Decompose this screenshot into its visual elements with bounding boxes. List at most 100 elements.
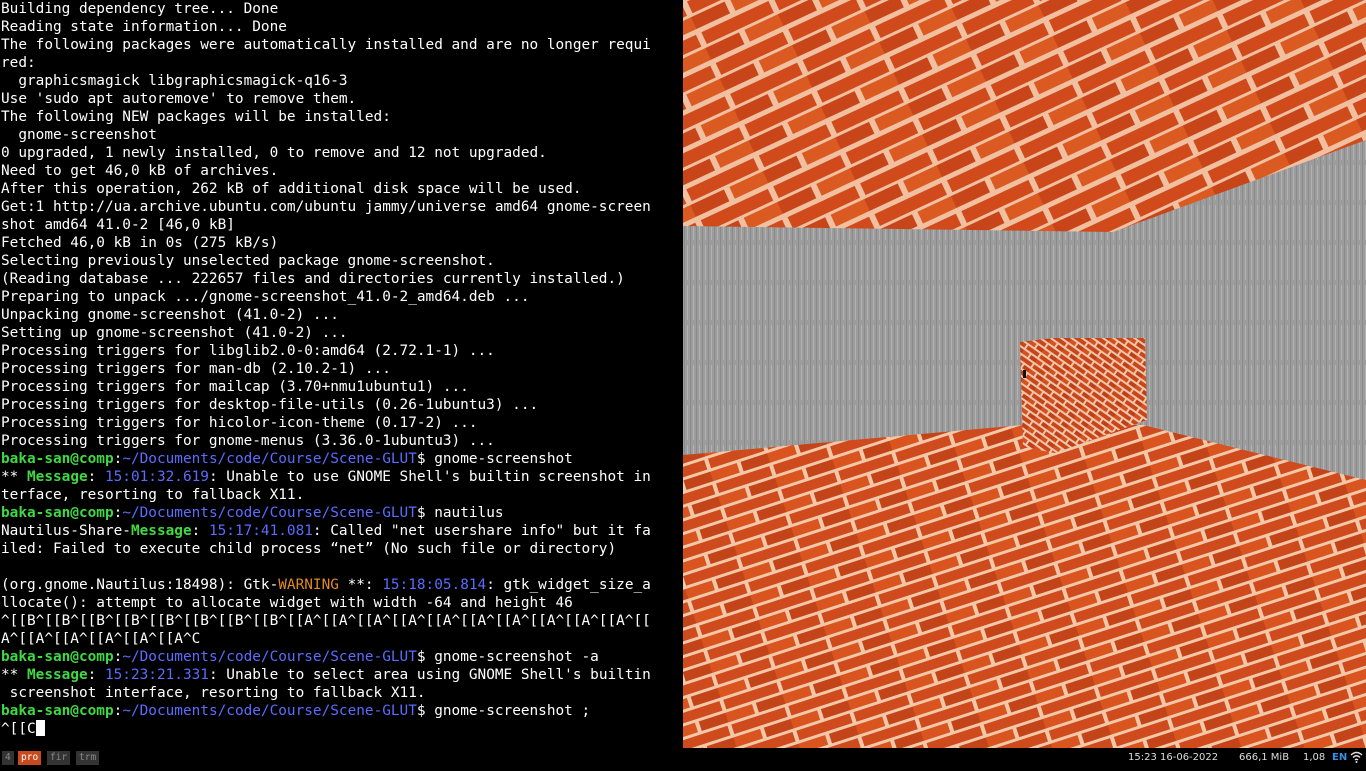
memory-usage: 666,1 MiB bbox=[1239, 752, 1290, 763]
terminal-line: (org.gnome.Nautilus:18498): Gtk-WARNING … bbox=[0, 576, 683, 594]
terminal-line: Processing triggers for mailcap (3.70+nm… bbox=[0, 378, 683, 396]
workspace-fir[interactable]: fir bbox=[47, 751, 71, 765]
terminal-text: Processing triggers for libglib2.0-0:amd… bbox=[1, 343, 495, 359]
terminal-text: (Reading database ... 222657 files and d… bbox=[1, 271, 625, 287]
3d-scene bbox=[683, 0, 1366, 748]
terminal-line: Nautilus-Share-Message: 15:17:41.081: Ca… bbox=[0, 522, 683, 540]
terminal-line: red: bbox=[0, 54, 683, 72]
terminal-line: screenshot interface, resorting to fallb… bbox=[0, 684, 683, 702]
terminal-text: Get:1 http://ua.archive.ubuntu.com/ubunt… bbox=[1, 199, 651, 215]
terminal-text: Selecting previously unselected package … bbox=[1, 253, 495, 269]
terminal-text: $ gnome-screenshot bbox=[416, 451, 573, 467]
terminal-window[interactable]: Building dependency tree... Done Reading … bbox=[0, 0, 683, 748]
terminal-line: Selecting previously unselected package … bbox=[0, 252, 683, 270]
terminal-line: baka-san@comp:~/Documents/code/Course/Sc… bbox=[0, 504, 683, 522]
terminal-line: ** Message: 15:23:21.331: Unable to sele… bbox=[0, 666, 683, 684]
terminal-text: : bbox=[113, 451, 123, 467]
workspace-pro[interactable]: pro bbox=[18, 751, 42, 765]
workspace-4[interactable]: 4 bbox=[2, 751, 14, 765]
terminal-line: baka-san@comp:~/Documents/code/Course/Sc… bbox=[0, 702, 683, 720]
terminal-text: gnome-screenshot bbox=[1, 127, 157, 143]
terminal-line: iled: Failed to execute child process “n… bbox=[0, 540, 683, 558]
terminal-text: red: bbox=[1, 55, 36, 71]
terminal-text: : bbox=[87, 667, 105, 683]
terminal-line: The following NEW packages will be insta… bbox=[0, 108, 683, 126]
terminal-text: Processing triggers for mailcap (3.70+nm… bbox=[1, 379, 469, 395]
terminal-text: 15:01:32.619 bbox=[104, 469, 209, 485]
terminal-text: Processing triggers for desktop-file-uti… bbox=[1, 397, 539, 413]
terminal-text: baka-san@comp bbox=[1, 649, 114, 665]
terminal-text: A^[[A^[[A^[[A^[[A^[[A^C bbox=[1, 631, 201, 647]
terminal-text: graphicsmagick libgraphicsmagick-q16-3 bbox=[1, 73, 348, 89]
terminal-text: Setting up gnome-screenshot (41.0-2) ... bbox=[1, 325, 348, 341]
clock: 15:23 16-06-2022 bbox=[1128, 752, 1219, 763]
terminal-text: : bbox=[191, 523, 209, 539]
terminal-text: terface, resorting to fallback X11. bbox=[1, 487, 305, 503]
terminal-line: Get:1 http://ua.archive.ubuntu.com/ubunt… bbox=[0, 198, 683, 216]
terminal-text: Use 'sudo apt autoremove' to remove them… bbox=[1, 91, 357, 107]
wifi-icon[interactable] bbox=[1350, 751, 1363, 765]
opengl-scene-window[interactable] bbox=[683, 0, 1366, 748]
terminal-text: $ gnome-screenshot -a bbox=[416, 649, 599, 665]
terminal-text: : Called "net usershare info" but it fa bbox=[312, 523, 651, 539]
terminal-text: $ nautilus bbox=[416, 505, 504, 521]
terminal-text: ~/Documents/code/Course/Scene-GLUT bbox=[122, 505, 417, 521]
terminal-text: 15:17:41.081 bbox=[208, 523, 313, 539]
terminal-text: (org.gnome.Nautilus:18498): Gtk- bbox=[1, 577, 279, 593]
terminal-line: ^[[B^[[B^[[B^[[B^[[B^[[B^[[B^[[B^[[A^[[A… bbox=[0, 612, 683, 630]
terminal-line: Reading state information... Done bbox=[0, 18, 683, 36]
terminal-text: Nautilus-Share- bbox=[1, 523, 131, 539]
terminal-text: ~/Documents/code/Course/Scene-GLUT bbox=[122, 649, 417, 665]
terminal-line: After this operation, 262 kB of addition… bbox=[0, 180, 683, 198]
terminal-line: baka-san@comp:~/Documents/code/Course/Sc… bbox=[0, 648, 683, 666]
terminal-line: Need to get 46,0 kB of archives. bbox=[0, 162, 683, 180]
terminal-text: **: bbox=[338, 577, 383, 593]
terminal-text: Building dependency tree... Done bbox=[1, 1, 279, 17]
terminal-text: Fetched 46,0 kB in 0s (275 kB/s) bbox=[1, 235, 279, 251]
terminal-text: Message bbox=[130, 523, 192, 539]
terminal-text: : gtk_widget_size_a bbox=[486, 577, 651, 593]
terminal-line: Processing triggers for hicolor-icon-the… bbox=[0, 414, 683, 432]
terminal-line: ^[[C bbox=[0, 720, 683, 738]
terminal-text: Message bbox=[27, 469, 88, 485]
terminal-text: : bbox=[113, 505, 123, 521]
terminal-line: shot amd64 41.0-2 [46,0 kB] bbox=[0, 216, 683, 234]
terminal-text: Processing triggers for gnome-menus (3.3… bbox=[1, 433, 495, 449]
terminal-line: Processing triggers for man-db (2.10.2-1… bbox=[0, 360, 683, 378]
workspace-trm[interactable]: trm bbox=[76, 751, 100, 765]
terminal-text: The following NEW packages will be insta… bbox=[1, 109, 391, 125]
terminal-line: Unpacking gnome-screenshot (41.0-2) ... bbox=[0, 306, 683, 324]
status-bar: 4 pro fir trm 15:23 16-06-2022 666,1 MiB… bbox=[0, 748, 1366, 768]
terminal-line: Processing triggers for libglib2.0-0:amd… bbox=[0, 342, 683, 360]
terminal-line: llocate(): attempt to allocate widget wi… bbox=[0, 594, 683, 612]
terminal-cursor bbox=[35, 720, 45, 736]
terminal-text: ** bbox=[1, 469, 27, 485]
terminal-text: Preparing to unpack .../gnome-screenshot… bbox=[1, 289, 530, 305]
terminal-text: : Unable to use GNOME Shell's builtin sc… bbox=[208, 469, 651, 485]
terminal-text: $ gnome-screenshot ; bbox=[416, 703, 591, 719]
terminal-text: ~/Documents/code/Course/Scene-GLUT bbox=[122, 451, 417, 467]
terminal-text: After this operation, 262 kB of addition… bbox=[1, 181, 582, 197]
keyboard-layout[interactable]: EN bbox=[1332, 748, 1347, 768]
terminal-line: Processing triggers for gnome-menus (3.3… bbox=[0, 432, 683, 450]
terminal-line: gnome-screenshot bbox=[0, 126, 683, 144]
terminal-text: ^[[C bbox=[1, 721, 36, 737]
terminal-text: shot amd64 41.0-2 [46,0 kB] bbox=[1, 217, 235, 233]
terminal-line: Use 'sudo apt autoremove' to remove them… bbox=[0, 90, 683, 108]
terminal-line: Processing triggers for desktop-file-uti… bbox=[0, 396, 683, 414]
terminal-text: 15:23:21.331 bbox=[104, 667, 209, 683]
terminal-text: Need to get 46,0 kB of archives. bbox=[1, 163, 279, 179]
terminal-text: : bbox=[113, 703, 123, 719]
terminal-text: baka-san@comp bbox=[1, 703, 114, 719]
terminal-line: graphicsmagick libgraphicsmagick-q16-3 bbox=[0, 72, 683, 90]
terminal-text: : bbox=[113, 649, 123, 665]
terminal-text: ^[[B^[[B^[[B^[[B^[[B^[[B^[[B^[[B^[[A^[[A… bbox=[1, 613, 651, 629]
terminal-text: ~/Documents/code/Course/Scene-GLUT bbox=[122, 703, 417, 719]
terminal-text: Reading state information... Done bbox=[1, 19, 287, 35]
terminal-line: A^[[A^[[A^[[A^[[A^[[A^C bbox=[0, 630, 683, 648]
terminal-text: 0 upgraded, 1 newly installed, 0 to remo… bbox=[1, 145, 547, 161]
terminal-line: baka-san@comp:~/Documents/code/Course/Sc… bbox=[0, 450, 683, 468]
terminal-text: baka-san@comp bbox=[1, 505, 114, 521]
terminal-text: iled: Failed to execute child process “n… bbox=[1, 541, 617, 557]
terminal-text: ** bbox=[1, 667, 27, 683]
